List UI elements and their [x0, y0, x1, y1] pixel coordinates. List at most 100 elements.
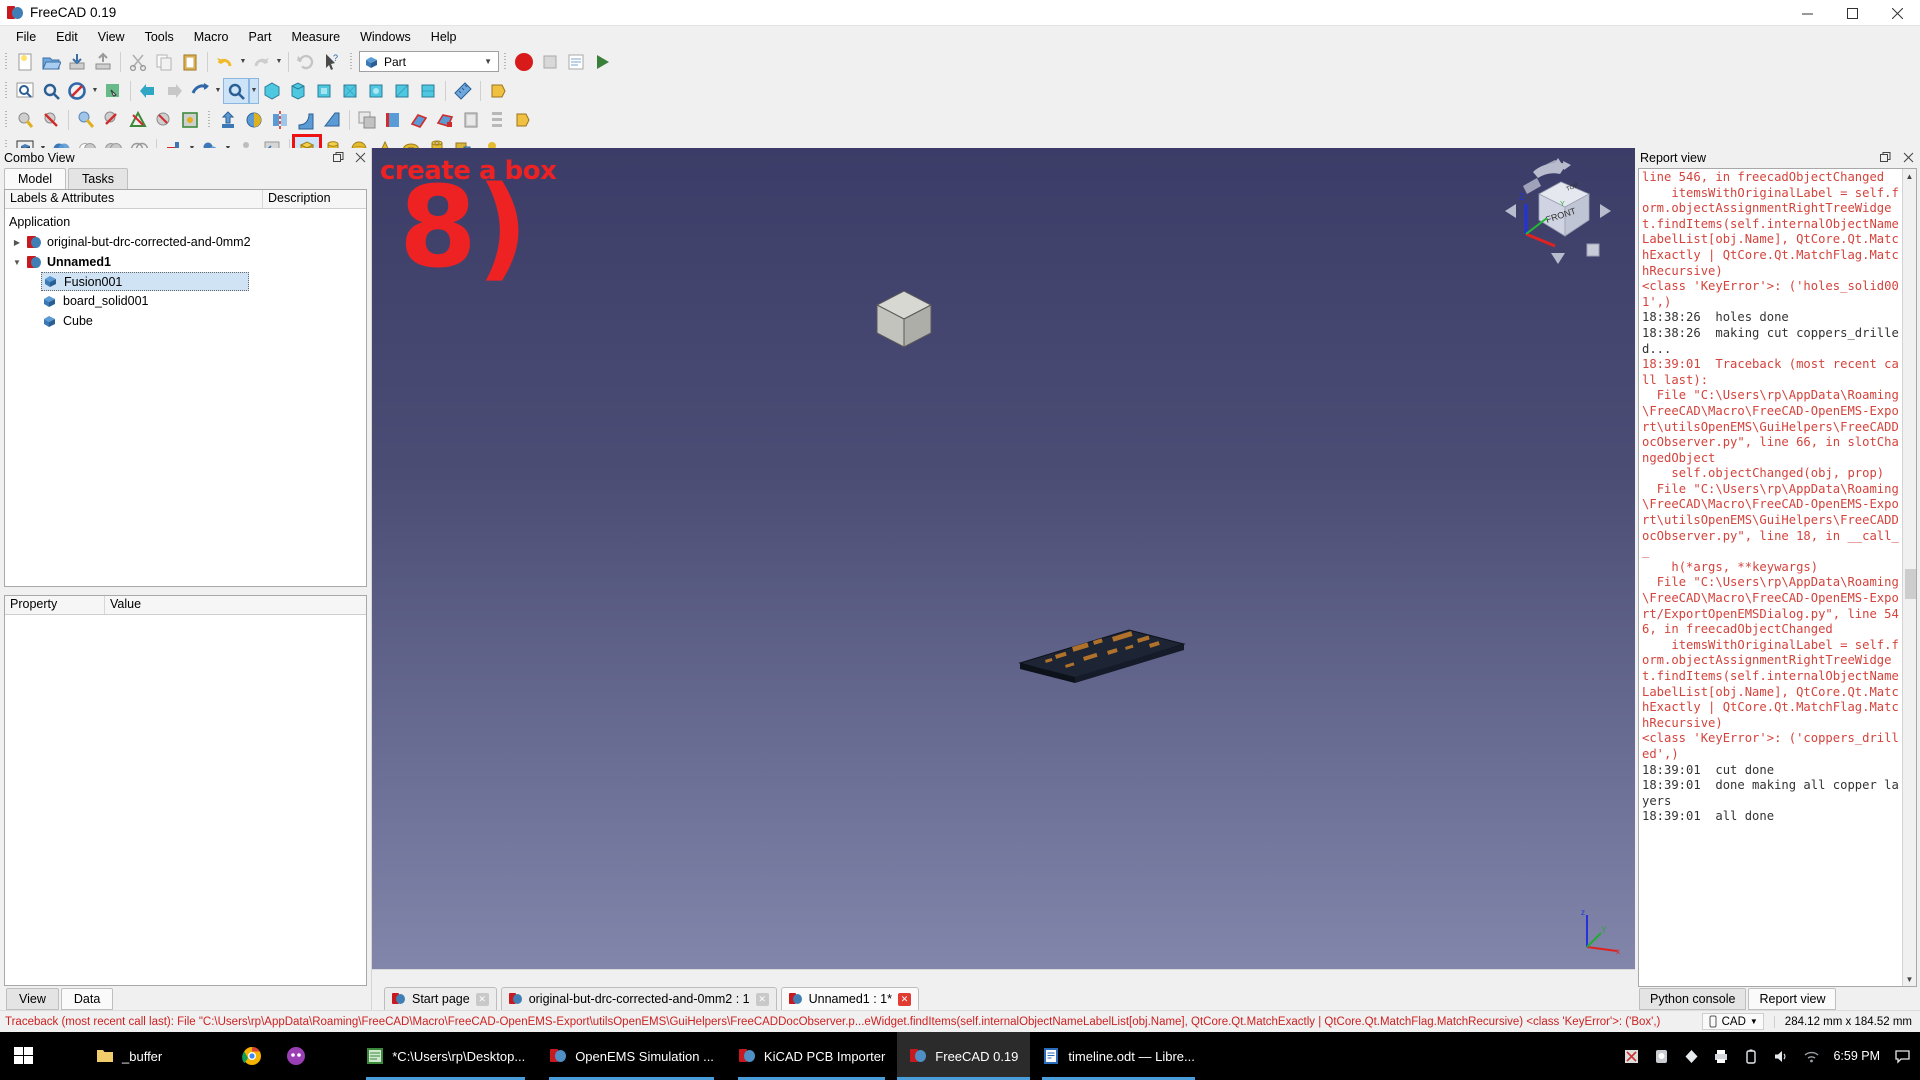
tab-model[interactable]: Model — [4, 168, 66, 189]
notification-icon[interactable] — [1894, 1048, 1910, 1064]
zoom-dropdown[interactable]: ▼ — [249, 78, 259, 104]
whats-this-icon[interactable]: ? — [319, 49, 345, 75]
menu-macro[interactable]: Macro — [184, 28, 239, 46]
undo-dropdown[interactable]: ▼ — [238, 49, 248, 75]
save-document-icon[interactable] — [64, 49, 90, 75]
paste-icon[interactable] — [177, 49, 203, 75]
loft-icon[interactable] — [432, 107, 458, 133]
tree-item-board-solid001[interactable]: board_solid001 — [41, 291, 366, 311]
chevron-up-icon[interactable]: ▲ — [1903, 169, 1916, 183]
copy-icon[interactable] — [151, 49, 177, 75]
offset-2d-icon[interactable] — [354, 107, 380, 133]
save-as-icon[interactable] — [90, 49, 116, 75]
menu-tools[interactable]: Tools — [135, 28, 184, 46]
tray-wifi-icon[interactable] — [1803, 1048, 1819, 1064]
scrollbar-thumb[interactable] — [1905, 569, 1916, 599]
pcb-board-render[interactable] — [1017, 603, 1187, 693]
fit-all-icon[interactable] — [12, 78, 38, 104]
toolbar-grip[interactable] — [501, 51, 509, 73]
part-view-4-icon[interactable] — [99, 107, 125, 133]
extrude-icon[interactable] — [215, 107, 241, 133]
close-icon[interactable]: ✕ — [898, 993, 911, 1006]
tray-diamond-icon[interactable] — [1683, 1048, 1699, 1064]
part-view-1-icon[interactable] — [12, 107, 38, 133]
draw-style-icon[interactable] — [64, 78, 90, 104]
fit-selection-icon[interactable] — [38, 78, 64, 104]
menu-file[interactable]: File — [6, 28, 46, 46]
redo-dropdown[interactable]: ▼ — [274, 49, 284, 75]
new-document-icon[interactable] — [12, 49, 38, 75]
taskbar-item-buffer[interactable]: _buffer — [84, 1032, 174, 1080]
tree-item-cube[interactable]: Cube — [41, 311, 366, 331]
chamfer-icon[interactable] — [319, 107, 345, 133]
menu-windows[interactable]: Windows — [350, 28, 421, 46]
report-view-scrollbar[interactable]: ▲ ▼ — [1902, 169, 1916, 986]
cube-solid-render[interactable] — [872, 283, 952, 363]
toolbar-grip[interactable] — [205, 109, 213, 131]
chevron-down-icon[interactable]: ▼ — [1903, 972, 1916, 986]
taskbar-item-editor[interactable]: *C:\Users\rp\Desktop... — [354, 1032, 537, 1080]
tab-python-console[interactable]: Python console — [1639, 988, 1746, 1010]
axonometric-icon[interactable] — [187, 78, 213, 104]
toolbar-grip[interactable] — [2, 51, 10, 73]
draw-style-dropdown[interactable]: ▼ — [90, 78, 100, 104]
menu-measure[interactable]: Measure — [281, 28, 350, 46]
rear-view-icon[interactable] — [363, 78, 389, 104]
ruled-surface-icon[interactable] — [406, 107, 432, 133]
toolbar-grip[interactable] — [2, 80, 10, 102]
part-extra-1-icon[interactable] — [485, 78, 511, 104]
thickness-icon[interactable] — [380, 107, 406, 133]
tray-battery-icon[interactable] — [1743, 1048, 1759, 1064]
taskbar-item-purple-app[interactable] — [274, 1032, 318, 1080]
redo-icon[interactable] — [248, 49, 274, 75]
tray-red-icon[interactable] — [1623, 1048, 1639, 1064]
left-view-icon[interactable] — [415, 78, 441, 104]
tree-item-unnamed1[interactable]: ▼ Unnamed1 — [5, 252, 366, 272]
next-view-icon[interactable] — [161, 78, 187, 104]
menu-view[interactable]: View — [88, 28, 135, 46]
doc-tab-original-but-drc-corrected-and-0mm2[interactable]: original-but-drc-corrected-and-0mm2 : 1 … — [501, 987, 777, 1010]
part-view-3-icon[interactable] — [73, 107, 99, 133]
navigation-cube[interactable]: FRONT TOP Z Y — [1503, 156, 1613, 266]
measure-icon[interactable] — [450, 78, 476, 104]
part-view-5-icon[interactable] — [125, 107, 151, 133]
taskbar-item-freecad[interactable]: FreeCAD 0.19 — [897, 1032, 1030, 1080]
cross-sections-icon[interactable] — [484, 107, 510, 133]
revolve-icon[interactable] — [241, 107, 267, 133]
chevron-down-icon[interactable]: ▼ — [9, 258, 25, 267]
windows-start-icon[interactable] — [0, 1032, 48, 1080]
tree-item-fusion001[interactable]: Fusion001 — [41, 272, 249, 291]
section-icon[interactable] — [458, 107, 484, 133]
doc-tab-unnamed1[interactable]: Unnamed1 : 1* ✕ — [781, 987, 919, 1010]
toolbar-grip[interactable] — [2, 109, 10, 131]
box-selection-icon[interactable] — [100, 78, 126, 104]
fillet-icon[interactable] — [293, 107, 319, 133]
cut-icon[interactable] — [125, 49, 151, 75]
workbench-selector[interactable]: Part ▼ — [359, 51, 499, 72]
tray-drive-icon[interactable] — [1653, 1048, 1669, 1064]
zoom-select-icon[interactable] — [223, 78, 249, 104]
close-button[interactable] — [1875, 0, 1920, 26]
report-view-output[interactable]: line 546, in freecadObjectChanged itemsW… — [1638, 168, 1917, 987]
minimize-button[interactable] — [1785, 0, 1830, 26]
close-icon[interactable] — [1901, 150, 1915, 164]
front-view-icon[interactable] — [285, 78, 311, 104]
bottom-view-icon[interactable] — [389, 78, 415, 104]
taskbar-clock[interactable]: 6:59 PM — [1833, 1049, 1880, 1063]
doc-tab-start-page[interactable]: Start page ✕ — [384, 987, 497, 1010]
close-icon[interactable]: ✕ — [476, 993, 489, 1006]
open-document-icon[interactable] — [38, 49, 64, 75]
macro-record-icon[interactable] — [511, 49, 537, 75]
float-icon[interactable] — [331, 150, 345, 164]
close-icon[interactable] — [353, 150, 367, 164]
tab-report-view[interactable]: Report view — [1748, 988, 1836, 1010]
isometric-view-icon[interactable] — [259, 78, 285, 104]
part-view-6-icon[interactable] — [151, 107, 177, 133]
part-extra-2-icon[interactable] — [510, 107, 536, 133]
macro-edit-icon[interactable] — [563, 49, 589, 75]
right-view-icon[interactable] — [337, 78, 363, 104]
macro-stop-icon[interactable] — [537, 49, 563, 75]
menu-help[interactable]: Help — [421, 28, 467, 46]
tray-volume-icon[interactable] — [1773, 1048, 1789, 1064]
tab-tasks[interactable]: Tasks — [68, 168, 128, 189]
